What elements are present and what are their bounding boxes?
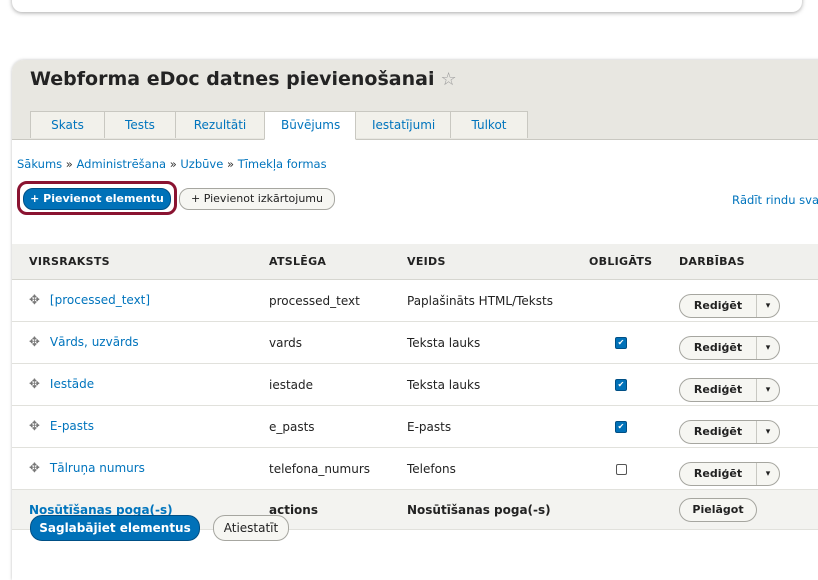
column-header-title: VIRSRAKSTS <box>12 244 269 280</box>
actions-cell: Rediģēt ▾ <box>665 363 818 406</box>
element-title-link[interactable]: Vārds, uzvārds <box>50 335 139 349</box>
actions-cell: Rediģēt ▾ <box>665 279 818 322</box>
table-row: ✥ E-pasts e_pasts E-pasts ✔ Rediģēt ▾ <box>12 405 818 448</box>
element-title-link[interactable]: Iestāde <box>50 377 94 391</box>
breadcrumb-sakums[interactable]: Sākums <box>17 157 62 171</box>
required-checkbox[interactable] <box>615 463 627 475</box>
required-cell: ✔ <box>577 321 665 364</box>
key-cell: processed_text <box>269 279 407 322</box>
chevron-down-icon[interactable]: ▾ <box>757 421 779 443</box>
breadcrumb-separator: » <box>226 157 235 171</box>
required-cell <box>577 279 665 322</box>
reset-button[interactable]: Atiestatīt <box>213 515 289 541</box>
drag-handle-icon[interactable]: ✥ <box>29 335 40 350</box>
type-cell: Paplašināts HTML/Teksts <box>407 279 577 322</box>
previous-card <box>12 0 802 12</box>
actions-cell: Pielāgot <box>665 489 818 530</box>
element-title-link[interactable]: [processed_text] <box>50 293 150 307</box>
required-checkbox[interactable]: ✔ <box>615 337 627 349</box>
webform-panel: Webforma eDoc datnes pievienošanai ☆ Skat… <box>12 60 818 580</box>
element-title-link[interactable]: E-pasts <box>50 419 94 433</box>
table-row: ✥ Iestāde iestade Teksta lauks ✔ Rediģēt ▾ <box>12 363 818 406</box>
drag-handle-icon[interactable]: ✥ <box>29 377 40 392</box>
edit-button[interactable]: Rediģēt <box>680 462 757 485</box>
column-header-key: ATSLĒGA <box>269 244 407 280</box>
required-cell: ✔ <box>577 405 665 448</box>
breadcrumb: Sākums » Administrēšana » Uzbūve » Tīmek… <box>17 157 327 171</box>
required-cell <box>577 489 665 530</box>
table-row: ✥ Vārds, uzvārds vards Teksta lauks ✔ Red… <box>12 321 818 364</box>
edit-split-button: Rediģēt ▾ <box>679 461 780 486</box>
element-title-link[interactable]: Tālruņa numurs <box>50 461 145 475</box>
page-title: Webforma eDoc datnes pievienošanai ☆ <box>30 68 457 90</box>
table-row: ✥ Tālruņa numurs telefona_numurs Telefons… <box>12 447 818 490</box>
drag-handle-icon[interactable]: ✥ <box>29 293 40 308</box>
chevron-down-icon[interactable]: ▾ <box>757 379 779 401</box>
key-cell: telefona_numurs <box>269 447 407 490</box>
chevron-down-icon[interactable]: ▾ <box>757 337 779 359</box>
table-row: ✥ [processed_text] processed_text Paplaši… <box>12 279 818 322</box>
chevron-down-icon[interactable]: ▾ <box>757 463 779 485</box>
elements-table: VIRSRAKSTS ATSLĒGA VEIDS OBLIGĀTS DARBĪB… <box>12 244 818 530</box>
edit-button[interactable]: Rediģēt <box>680 294 757 317</box>
actions-cell: Rediģēt ▾ <box>665 447 818 490</box>
drag-handle-icon[interactable]: ✥ <box>29 461 40 476</box>
key-cell: actions <box>269 489 407 530</box>
type-cell: E-pasts <box>407 405 577 448</box>
table-header-row: VIRSRAKSTS ATSLĒGA VEIDS OBLIGĀTS DARBĪB… <box>12 244 818 280</box>
breadcrumb-timekla-formas[interactable]: Tīmekļa formas <box>238 157 327 171</box>
breadcrumb-separator: » <box>65 157 73 171</box>
customize-button[interactable]: Pielāgot <box>679 497 757 522</box>
tab-skats[interactable]: Skats <box>30 111 105 138</box>
key-cell: vards <box>269 321 407 364</box>
title-cell: ✥ [processed_text] <box>12 279 269 322</box>
key-cell: iestade <box>269 363 407 406</box>
type-cell: Teksta lauks <box>407 321 577 364</box>
actions-cell: Rediģēt ▾ <box>665 321 818 364</box>
breadcrumb-administresana[interactable]: Administrēšana <box>77 157 167 171</box>
edit-button[interactable]: Rediģēt <box>680 378 757 401</box>
required-cell: ✔ <box>577 363 665 406</box>
breadcrumb-uzbuve[interactable]: Uzbūve <box>180 157 223 171</box>
star-icon[interactable]: ☆ <box>440 69 456 90</box>
tab-bar: Skats Tests Rezultāti Būvējums Iestatīju… <box>30 111 528 140</box>
add-layout-button[interactable]: + Pievienot izkārtojumu <box>179 188 335 210</box>
breadcrumb-separator: » <box>169 157 177 171</box>
save-elements-button[interactable]: Saglabājiet elementus <box>30 515 200 541</box>
actions-cell: Rediģēt ▾ <box>665 405 818 448</box>
type-cell: Teksta lauks <box>407 363 577 406</box>
column-header-required: OBLIGĀTS <box>577 244 665 280</box>
title-cell: ✥ Tālruņa numurs <box>12 447 269 490</box>
title-cell: ✥ Vārds, uzvārds <box>12 321 269 364</box>
edit-split-button: Rediģēt ▾ <box>679 377 780 402</box>
edit-button[interactable]: Rediģēt <box>680 420 757 443</box>
column-header-type: VEIDS <box>407 244 577 280</box>
show-row-weights-link[interactable]: Rādīt rindu sva <box>732 193 818 207</box>
edit-split-button: Rediģēt ▾ <box>679 419 780 444</box>
panel-header: Webforma eDoc datnes pievienošanai ☆ Skat… <box>12 60 818 140</box>
required-checkbox[interactable]: ✔ <box>615 421 627 433</box>
title-cell: ✥ E-pasts <box>12 405 269 448</box>
chevron-down-icon[interactable]: ▾ <box>757 295 779 317</box>
required-checkbox[interactable]: ✔ <box>615 379 627 391</box>
edit-button[interactable]: Rediģēt <box>680 336 757 359</box>
edit-split-button: Rediģēt ▾ <box>679 293 780 318</box>
tab-tests[interactable]: Tests <box>104 111 176 138</box>
tab-rezultati[interactable]: Rezultāti <box>175 111 265 138</box>
type-cell: Nosūtīšanas poga(-s) <box>407 489 577 530</box>
tab-tulkot[interactable]: Tulkot <box>450 111 528 138</box>
title-cell: ✥ Iestāde <box>12 363 269 406</box>
required-cell <box>577 447 665 490</box>
drag-handle-icon[interactable]: ✥ <box>29 419 40 434</box>
add-element-button[interactable]: + Pievienot elementu <box>23 188 171 210</box>
page-title-text: Webforma eDoc datnes pievienošanai <box>30 68 435 90</box>
key-cell: e_pasts <box>269 405 407 448</box>
type-cell: Telefons <box>407 447 577 490</box>
column-header-actions: DARBĪBAS <box>665 244 818 280</box>
edit-split-button: Rediģēt ▾ <box>679 335 780 360</box>
tab-buvejums[interactable]: Būvējums <box>264 111 356 140</box>
tab-iestatijumi[interactable]: Iestatījumi <box>355 111 451 138</box>
